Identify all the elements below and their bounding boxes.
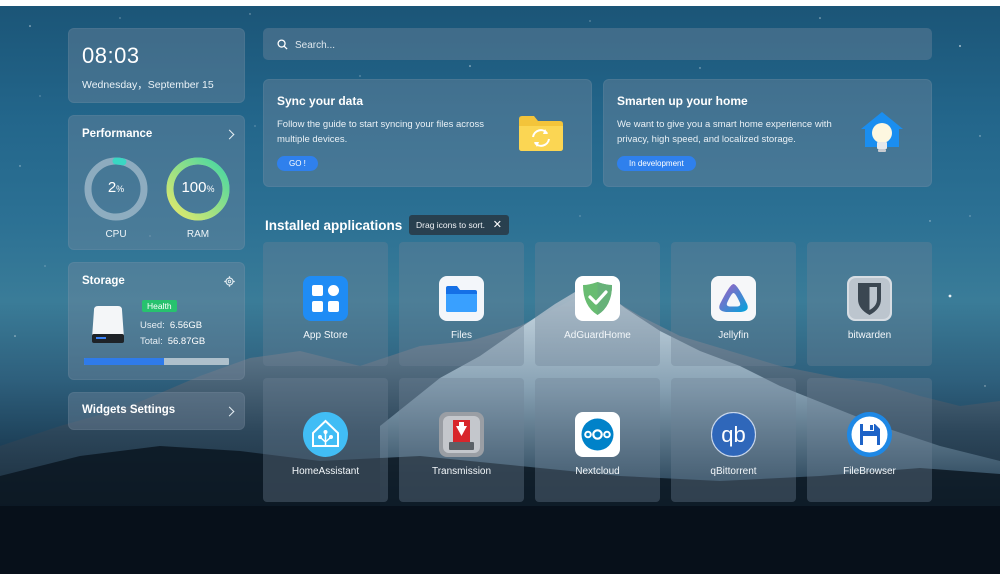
chevron-right-icon[interactable] (224, 129, 235, 140)
app-tile-app-store[interactable]: App Store (263, 242, 388, 366)
app-name: Files (450, 330, 473, 341)
app-name: Transmission (431, 466, 492, 477)
app-tile-home-assistant[interactable]: HomeAssistant (263, 378, 388, 502)
app-tile-transmission[interactable]: Transmission (399, 378, 524, 502)
app-tile-qbittorrent[interactable]: qb qBittorrent (671, 378, 796, 502)
clock-time: 08:03 (82, 43, 140, 68)
svg-text:qb: qb (721, 422, 745, 447)
app-name: Jellyfin (718, 330, 749, 341)
app-name: AdGuardHome (564, 330, 631, 341)
app-name: Nextcloud (575, 466, 620, 477)
performance-title: Performance (82, 128, 153, 140)
sync-card-title: Sync your data (277, 94, 364, 108)
storage-total: Total: 56.87GB (140, 336, 206, 347)
app-name: qBittorrent (710, 466, 757, 477)
clock-widget: 08:03 Wednesday，September 15 (68, 28, 245, 103)
app-tile-nextcloud[interactable]: Nextcloud (535, 378, 660, 502)
transmission-icon (439, 412, 484, 457)
storage-used: Used: 6.56GB (140, 320, 203, 331)
search-input[interactable] (293, 35, 897, 55)
smart-home-card: Smarten up your home We want to give you… (603, 79, 932, 187)
search-icon (277, 39, 288, 50)
app-store-icon (303, 276, 348, 321)
jellyfin-icon (711, 276, 756, 321)
status-badge: Health (142, 300, 177, 312)
desktop: 08:03 Wednesday，September 15 Performance… (0, 6, 1000, 574)
performance-widget[interactable]: Performance 2% CPU 100% RAM (68, 115, 245, 250)
smart-home-bulb-icon (861, 112, 903, 152)
bitwarden-icon (847, 276, 892, 321)
sync-go-button[interactable]: GO ! (277, 156, 318, 171)
widgets-settings-button[interactable]: Widgets Settings (68, 392, 245, 430)
installed-apps-title: Installed applications (265, 218, 403, 233)
storage-title: Storage (82, 275, 125, 287)
gear-icon[interactable] (224, 276, 235, 287)
widgets-settings-label: Widgets Settings (82, 404, 176, 416)
home-assistant-icon (303, 412, 348, 457)
storage-usage-fill (84, 358, 164, 365)
disk-drive-icon (92, 306, 124, 343)
app-tile-files[interactable]: Files (399, 242, 524, 366)
app-tile-filebrowser[interactable]: FileBrowser (807, 378, 932, 502)
cpu-label: CPU (105, 229, 127, 240)
sync-data-card: Sync your data Follow the guide to start… (263, 79, 592, 187)
app-name: FileBrowser (843, 466, 896, 477)
adguard-icon (575, 276, 620, 321)
clock-date: Wednesday，September 15 (82, 79, 214, 91)
sync-folder-icon (519, 116, 563, 151)
cpu-value: 2% (107, 179, 125, 196)
ram-value: 100% (181, 179, 215, 196)
nextcloud-icon (575, 412, 620, 457)
sync-card-description: Follow the guide to start syncing your f… (277, 119, 484, 145)
storage-widget[interactable]: Storage Health Used: 6.56GB Total: 56.87GB (68, 262, 245, 380)
app-name: HomeAssistant (291, 466, 360, 477)
chevron-right-icon (224, 406, 235, 417)
filebrowser-icon (847, 412, 892, 457)
drag-sort-tooltip: Drag icons to sort. ✕ (409, 215, 509, 235)
app-name: App Store (303, 330, 348, 341)
app-name: bitwarden (847, 330, 892, 341)
app-tile-bitwarden[interactable]: bitwarden (807, 242, 932, 366)
home-card-title: Smarten up your home (617, 94, 748, 108)
files-icon (439, 276, 484, 321)
storage-usage-bar (84, 358, 229, 365)
search-bar[interactable] (263, 28, 932, 60)
close-icon[interactable]: ✕ (493, 215, 502, 235)
home-card-description: We want to give you a smart home experie… (617, 119, 832, 145)
app-tile-adguard[interactable]: AdGuardHome (535, 242, 660, 366)
in-development-button[interactable]: In development (617, 156, 696, 171)
app-tile-jellyfin[interactable]: Jellyfin (671, 242, 796, 366)
ram-label: RAM (186, 229, 210, 240)
qbittorrent-icon: qb (711, 412, 756, 457)
drag-sort-text: Drag icons to sort. (416, 220, 485, 230)
